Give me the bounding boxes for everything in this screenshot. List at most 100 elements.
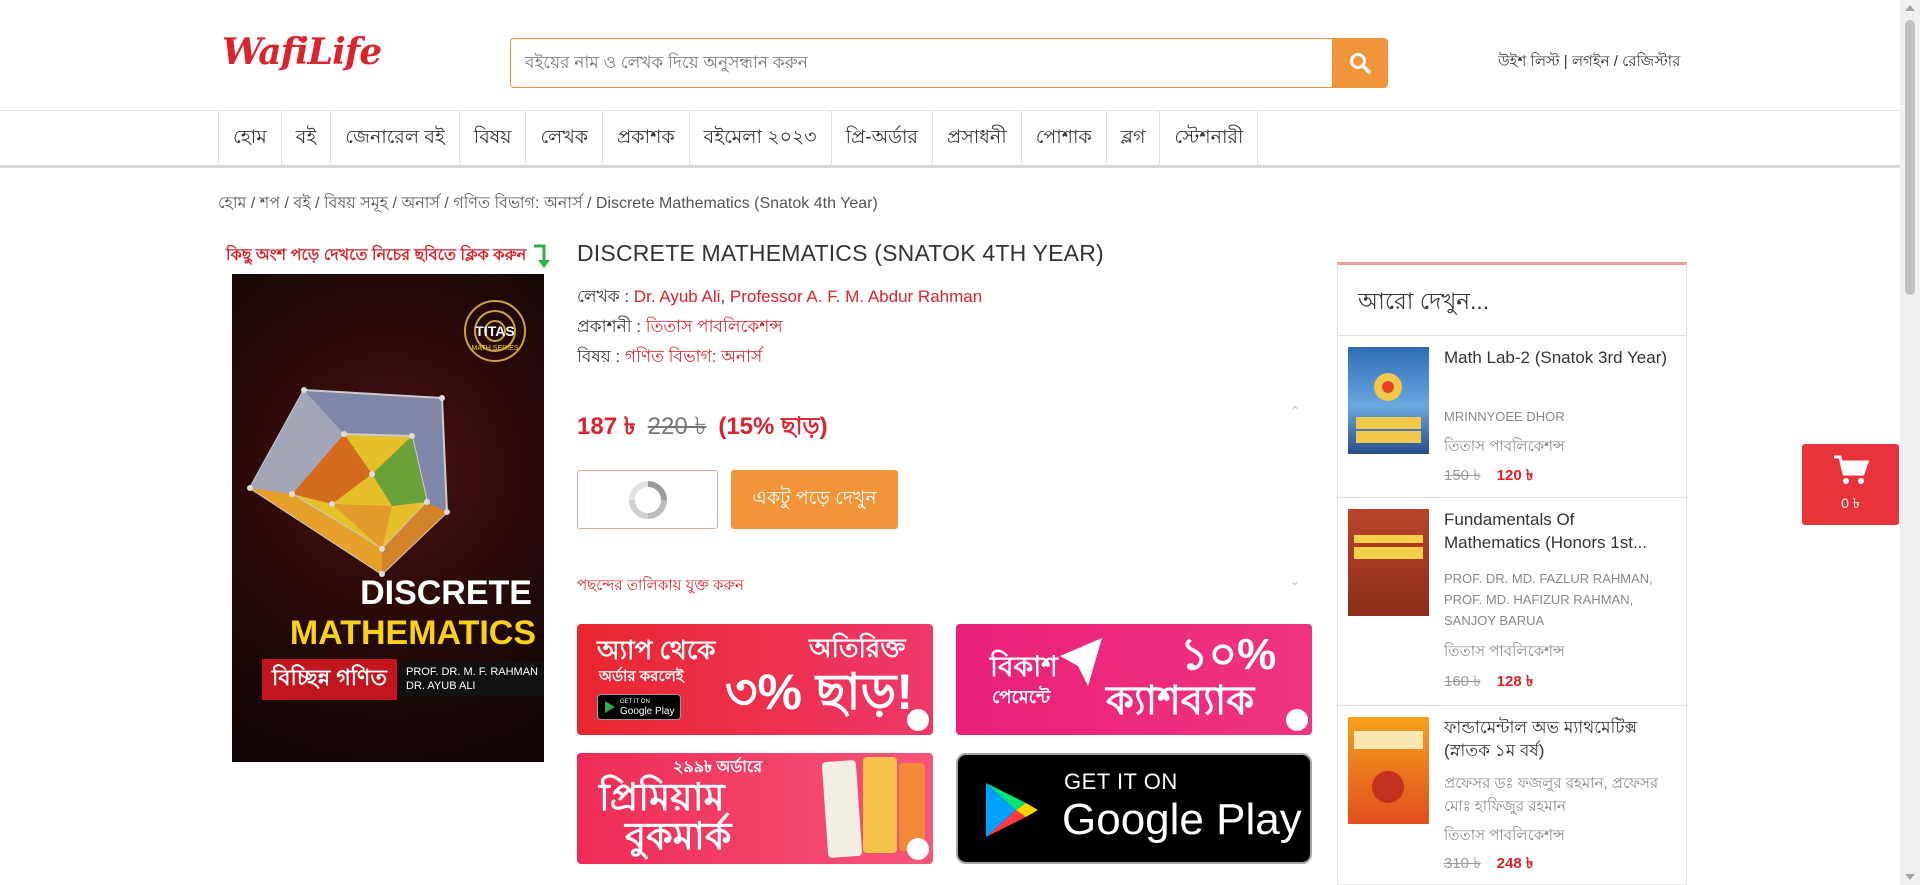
related-book-publisher: তিতাস পাবলিকেশন্স	[1444, 643, 1565, 660]
scrollbar-thumb[interactable]	[1905, 20, 1915, 295]
google-play-badge[interactable]: GET IT ON Google Play	[956, 753, 1312, 864]
related-book-author: PROF. DR. MD. FAZLUR RAHMAN, PROF. MD. H…	[1444, 571, 1653, 628]
search-button[interactable]	[1332, 39, 1387, 87]
search-input[interactable]	[511, 39, 1332, 87]
nav-item-authors[interactable]: লেখক	[526, 111, 604, 167]
related-book-price: 150 ৳ 120 ৳	[1444, 464, 1533, 489]
bookmark-image	[863, 757, 897, 853]
book-thumbnail[interactable]	[1348, 717, 1429, 824]
titas-series-badge: TITAS MATH SERIES	[460, 296, 530, 366]
chevron-down-icon: ⌄	[1290, 574, 1301, 588]
target-icon: TITAS MATH SERIES	[464, 300, 526, 362]
cover-author-1: PROF. DR. M. F. RAHMAN	[406, 666, 539, 678]
bkash-banner-cashback: ক্যাশব্যাক	[1106, 679, 1255, 723]
arrow-down-icon	[534, 244, 551, 268]
bookmark-banner-line2: বুকমার্ক	[625, 816, 732, 858]
related-book-new-price: 248 ৳	[1496, 855, 1534, 872]
book-thumbnail-art	[1354, 731, 1423, 803]
book-thumbnail[interactable]	[1348, 509, 1429, 616]
scroll-up-arrow-icon[interactable]	[1905, 5, 1915, 11]
product-authors: লেখক : Dr. Ayub Ali, Professor A. F. M. …	[577, 284, 982, 312]
wishlist-link[interactable]: উইশ লিস্ট	[1498, 53, 1560, 70]
author-link-2[interactable]: Professor A. F. M. Abdur Rahman	[730, 287, 982, 306]
related-book-new-price: 128 ৳	[1496, 673, 1534, 690]
cover-title-line2: MATHEMATICS	[289, 614, 536, 652]
add-to-wishlist-link[interactable]: পছন্দের তালিকায় যুক্ত করুন	[577, 574, 744, 599]
breadcrumb[interactable]: হোম / শপ / বই / বিষয় সমূহ / অনার্স / গণ…	[218, 190, 878, 217]
app-banner-discount: ৩% ছাড়!	[725, 664, 914, 720]
cover-authors: PROF. DR. M. F. RAHMAN DR. AYUB ALI	[400, 662, 544, 696]
login-link[interactable]: লগইন	[1572, 53, 1610, 70]
book-thumbnail-art	[1354, 535, 1423, 559]
subject-link[interactable]: গণিত বিভাগ: অনার্স	[625, 347, 762, 366]
floating-cart-button[interactable]: 0 ৳	[1802, 444, 1899, 525]
product-title: DISCRETE MATHEMATICS (SNATOK 4TH YEAR)	[577, 240, 1104, 266]
bookmark-banner-small: ২৯৯৳ অর্ডারে	[673, 759, 763, 776]
bookmark-banner-line1: প্রিমিয়াম	[599, 777, 725, 819]
header-separator: |	[1559, 53, 1572, 70]
related-book-author: MRINNYOEE DHOR	[1444, 409, 1565, 424]
site-logo[interactable]: WafiLife	[220, 22, 382, 82]
page-scrollbar[interactable]	[1900, 0, 1920, 885]
book-thumbnail[interactable]	[1348, 347, 1429, 454]
nav-item-book-fair[interactable]: বইমেলা ২০২৩	[690, 111, 832, 167]
related-book-item[interactable]: ফান্ডামেন্টাল অভ ম্যাথমেটিক্স (স্নাতক ১ম…	[1338, 705, 1686, 884]
cover-title-bengali: বিচ্ছিন্ন গণিত	[262, 659, 397, 700]
related-book-new-price: 120 ৳	[1496, 467, 1534, 484]
author-link-1[interactable]: Dr. Ayub Ali	[634, 287, 721, 306]
cart-icon	[1833, 455, 1869, 484]
price-block: 187 ৳ 220 ৳ (15% ছাড়)	[577, 408, 828, 448]
related-book-publisher: তিতাস পাবলিকেশন্স	[1444, 827, 1565, 844]
nav-item-home[interactable]: হোম	[219, 111, 282, 167]
add-to-cart-loading[interactable]	[577, 470, 718, 529]
header-separator: /	[1609, 53, 1623, 70]
nav-item-pre-order[interactable]: প্রি-অর্ডার	[832, 111, 934, 167]
subject-label: বিষয় :	[577, 347, 625, 366]
bkash-banner-line1: বিকাশ	[990, 651, 1058, 682]
bkash-banner-percent: ১০%	[1180, 630, 1277, 679]
publisher-label: প্রকাশনী :	[577, 317, 646, 336]
register-link[interactable]: রেজিস্টার	[1622, 53, 1680, 70]
bookmark-image	[821, 759, 863, 859]
hand-pointer-icon	[907, 709, 929, 731]
related-book-author: প্রফেসর ডঃ ফজলুর রহমান, প্রফেসর মোঃ হাফি…	[1444, 775, 1659, 815]
premium-bookmark-banner[interactable]: ২৯৯৳ অর্ডারে প্রিমিয়াম বুকমার্ক	[577, 753, 933, 864]
series-sub: MATH SERIES	[472, 345, 519, 352]
header: WafiLife উইশ লিস্ট | লগইন / রেজিস্টার	[0, 0, 1900, 110]
loading-spinner-icon	[628, 480, 667, 519]
read-sample-button[interactable]: একটু পড়ে দেখুন	[731, 470, 898, 529]
nav-item-clothing[interactable]: পোশাক	[1022, 111, 1107, 167]
related-book-title[interactable]: ফান্ডামেন্টাল অভ ম্যাথমেটিক্স (স্নাতক ১ম…	[1444, 716, 1674, 762]
book-thumbnail-art	[1356, 373, 1421, 443]
related-book-item[interactable]: Math Lab-2 (Snatok 3rd Year) MRINNYOEE D…	[1338, 335, 1686, 495]
search-bar	[510, 38, 1388, 88]
related-book-item[interactable]: Fundamentals Of Mathematics (Honors 1st.…	[1338, 497, 1686, 703]
nav-item-books[interactable]: বই	[282, 111, 332, 167]
bkash-cashback-banner[interactable]: বিকাশ পেমেন্টে ১০% ক্যাশব্যাক	[956, 624, 1312, 735]
nav-item-cosmetics[interactable]: প্রসাধনী	[933, 111, 1022, 167]
app-discount-banner[interactable]: অ্যাপ থেকে অর্ডার করলেই অতিরিক্ত ৩% ছাড়…	[577, 624, 933, 735]
related-book-price: 160 ৳ 128 ৳	[1444, 670, 1533, 695]
related-book-old-price: 310 ৳	[1444, 855, 1481, 872]
cart-total: 0 ৳	[1841, 494, 1860, 511]
nav-item-publishers[interactable]: প্রকাশক	[603, 111, 690, 167]
app-banner-line1: অ্যাপ থেকে	[597, 635, 716, 665]
google-play-line2: Google Play	[1062, 795, 1302, 844]
nav-item-stationery[interactable]: স্টেশনারী	[1160, 111, 1259, 167]
related-book-title[interactable]: Math Lab-2 (Snatok 3rd Year)	[1444, 346, 1674, 369]
nav-item-general-books[interactable]: জেনারেল বই	[331, 111, 460, 167]
scroll-down-arrow-icon[interactable]	[1905, 874, 1915, 880]
play-store-icon	[605, 701, 615, 713]
nav-item-subjects[interactable]: বিষয়	[460, 111, 527, 167]
logo-text: WafiLife	[222, 31, 382, 73]
author-label: লেখক :	[577, 287, 634, 306]
nav-item-blog[interactable]: ব্লগ	[1107, 111, 1161, 167]
series-name: TITAS	[475, 323, 514, 339]
author-separator: ,	[720, 287, 730, 306]
google-play-icon	[986, 783, 1038, 837]
app-banner-extra: অতিরিক্ত	[809, 633, 906, 663]
app-banner-line2: অর্ডার করলেই	[599, 668, 684, 685]
book-cover[interactable]: TITAS MATH SERIES DISCRETE MATHEMATICS ব…	[232, 274, 544, 762]
related-book-title[interactable]: Fundamentals Of Mathematics (Honors 1st.…	[1444, 508, 1674, 554]
publisher-link[interactable]: তিতাস পাবলিকেশন্স	[646, 317, 783, 336]
